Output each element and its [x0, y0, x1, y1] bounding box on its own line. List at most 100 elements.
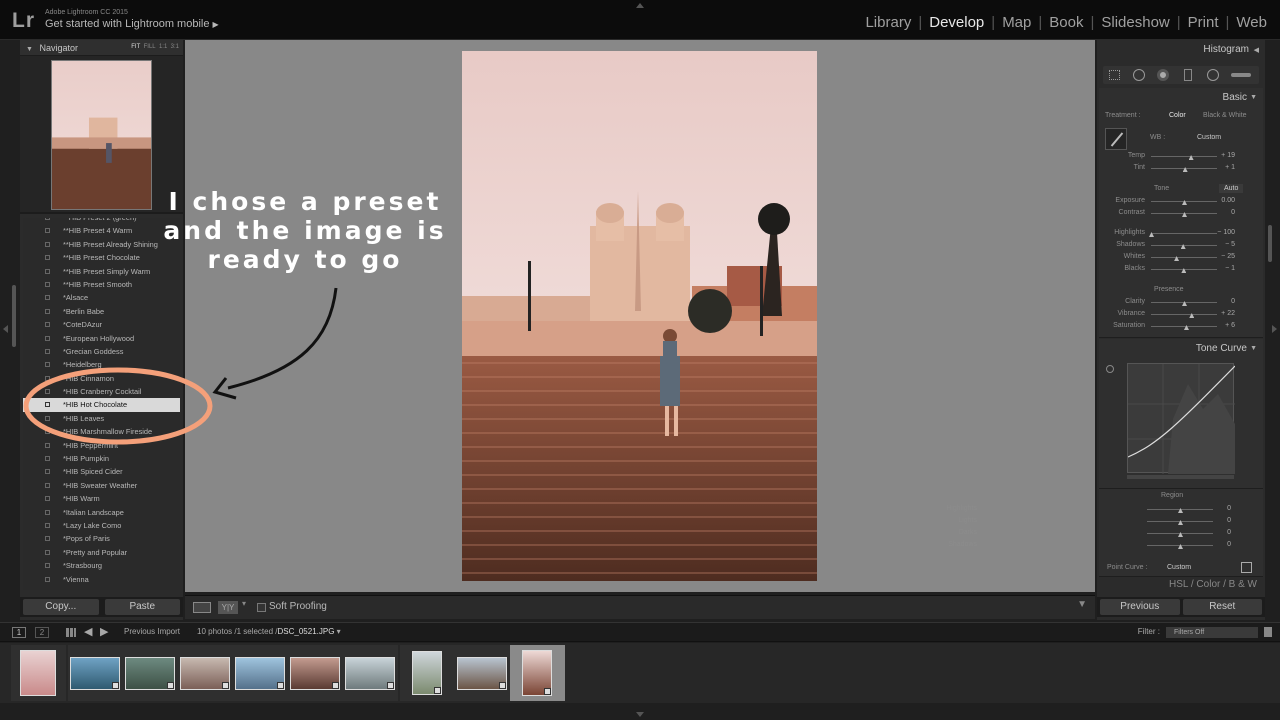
preset-item[interactable]: *HIB Spiced Cider: [23, 465, 180, 478]
curve-split-slider[interactable]: [1127, 475, 1234, 479]
region-darks-value[interactable]: 0: [1203, 529, 1231, 536]
target-adjust-icon[interactable]: [1106, 365, 1114, 373]
shadows-value[interactable]: − 5: [1207, 241, 1235, 248]
zoom-3-1[interactable]: 3:1: [171, 44, 179, 50]
preset-item[interactable]: *Pretty and Popular: [23, 546, 180, 559]
filmstrip-thumbnail[interactable]: [20, 650, 56, 696]
eyedropper-icon[interactable]: [1105, 128, 1127, 150]
filmstrip-cell[interactable]: [287, 645, 343, 701]
blacks-value[interactable]: − 1: [1207, 265, 1235, 272]
filmstrip-cell[interactable]: [232, 645, 288, 701]
grid-icon[interactable]: [66, 628, 76, 637]
preset-item[interactable]: *HIB Cinnamon: [23, 372, 180, 385]
zoom-1-1[interactable]: 1:1: [159, 44, 167, 50]
filmstrip-cell[interactable]: [509, 645, 565, 701]
preset-item[interactable]: *HIB Peppermint: [23, 439, 180, 452]
spot-removal-icon[interactable]: [1133, 69, 1145, 81]
preset-item[interactable]: *HIB Cranberry Cocktail: [23, 385, 180, 398]
highlights-value[interactable]: − 100: [1207, 229, 1235, 236]
navigator-header[interactable]: ▼ Navigator FIT FILL 1:1 3:1: [20, 40, 183, 56]
treatment-color[interactable]: Color: [1169, 112, 1186, 119]
preset-item[interactable]: *Lazy Lake Como: [23, 519, 180, 532]
filmstrip-cell[interactable]: [342, 645, 398, 701]
preset-item[interactable]: *HIB Pumpkin: [23, 452, 180, 465]
copy-button[interactable]: Copy...: [23, 599, 99, 615]
temp-value[interactable]: + 19: [1207, 152, 1235, 159]
preset-item[interactable]: *CoteDAzur: [23, 318, 180, 331]
forward-arrow-icon[interactable]: ▶: [100, 625, 108, 638]
region-highlights-value[interactable]: 0: [1203, 505, 1231, 512]
preset-item[interactable]: **HIB Preset Smooth: [23, 278, 180, 291]
mobile-link[interactable]: Get started with Lightroom mobile ▶: [45, 18, 219, 30]
filmstrip-cell[interactable]: [454, 645, 510, 701]
module-library[interactable]: Library: [858, 14, 918, 31]
collapse-top-icon[interactable]: [636, 3, 644, 8]
filmstrip-cell[interactable]: [67, 645, 123, 701]
view-2-button[interactable]: 2: [35, 627, 49, 638]
contrast-value[interactable]: 0: [1207, 209, 1235, 216]
preset-item[interactable]: *HIB Hot Chocolate: [23, 398, 180, 412]
whites-value[interactable]: − 25: [1207, 253, 1235, 260]
paste-button[interactable]: Paste: [104, 599, 180, 615]
crop-icon[interactable]: [1109, 70, 1120, 80]
edit-point-curve-icon[interactable]: [1241, 562, 1252, 573]
module-slideshow[interactable]: Slideshow: [1094, 14, 1176, 31]
tone-curve-header[interactable]: Tone Curve ▼: [1099, 339, 1263, 357]
histogram-header[interactable]: Histogram ◀: [1097, 40, 1265, 60]
right-scrollbar[interactable]: [1268, 225, 1272, 262]
preset-item[interactable]: *Vienna: [23, 573, 180, 586]
filmstrip-cell[interactable]: [10, 645, 66, 701]
main-photo[interactable]: [462, 51, 817, 581]
zoom-fill[interactable]: FILL: [144, 44, 156, 50]
preset-item[interactable]: *Strasbourg: [23, 559, 180, 572]
saturation-value[interactable]: + 6: [1207, 322, 1235, 329]
preset-item[interactable]: *HIB Warm: [23, 492, 180, 505]
preset-item[interactable]: *Italian Landscape: [23, 506, 180, 519]
collapse-right-icon[interactable]: [1272, 325, 1277, 333]
graduated-filter-icon[interactable]: [1184, 69, 1192, 81]
vibrance-value[interactable]: + 22: [1207, 310, 1235, 317]
source-label[interactable]: Previous Import: [124, 627, 180, 636]
module-develop[interactable]: Develop: [922, 14, 991, 31]
filmstrip-cell[interactable]: [177, 645, 233, 701]
point-curve-dropdown[interactable]: Custom: [1167, 564, 1191, 571]
lock-icon[interactable]: [1264, 627, 1272, 637]
soft-proofing-checkbox[interactable]: [257, 603, 266, 612]
clarity-value[interactable]: 0: [1207, 298, 1235, 305]
tint-value[interactable]: + 1: [1207, 164, 1235, 171]
wb-dropdown[interactable]: Custom: [1197, 134, 1221, 141]
red-eye-icon[interactable]: [1157, 69, 1169, 81]
loupe-view-icon[interactable]: [193, 602, 211, 613]
preset-item[interactable]: *HIB Marshmallow Fireside: [23, 425, 180, 438]
radial-filter-icon[interactable]: [1207, 69, 1219, 81]
navigator-image[interactable]: [51, 60, 152, 210]
preset-item[interactable]: *HIB Leaves: [23, 412, 180, 425]
reset-button[interactable]: Reset: [1182, 599, 1262, 615]
region-shadows-value[interactable]: 0: [1203, 541, 1231, 548]
module-web[interactable]: Web: [1229, 14, 1274, 31]
tone-curve-graph[interactable]: [1127, 363, 1236, 474]
filmstrip-cell[interactable]: [399, 645, 455, 701]
preset-item[interactable]: *Berlin Babe: [23, 305, 180, 318]
before-after-button[interactable]: Y|Y: [218, 601, 238, 614]
photo-count[interactable]: 10 photos /1 selected /DSC_0521.JPG ▾: [197, 627, 341, 636]
zoom-fit[interactable]: FIT: [131, 44, 140, 50]
basic-header[interactable]: Basic ▼: [1099, 88, 1263, 106]
chevron-down-icon[interactable]: ▾: [242, 599, 246, 608]
preset-item[interactable]: *Pops of Paris: [23, 532, 180, 545]
back-arrow-icon[interactable]: ◀: [84, 625, 92, 638]
left-scrollbar[interactable]: [12, 285, 16, 347]
region-lights-value[interactable]: 0: [1203, 517, 1231, 524]
filmstrip-cell[interactable]: [122, 645, 178, 701]
exposure-value[interactable]: 0.00: [1207, 197, 1235, 204]
preset-item[interactable]: *Alsace: [23, 291, 180, 304]
collapse-bottom-icon[interactable]: [636, 712, 644, 717]
auto-button[interactable]: Auto: [1219, 184, 1244, 193]
previous-button[interactable]: Previous: [1100, 599, 1180, 615]
treatment-bw[interactable]: Black & White: [1203, 112, 1247, 119]
view-1-button[interactable]: 1: [12, 627, 26, 638]
hsl-tabs[interactable]: HSL / Color / B & W: [1169, 579, 1257, 590]
module-print[interactable]: Print: [1181, 14, 1226, 31]
adjustment-brush-icon[interactable]: [1231, 73, 1251, 77]
preset-item[interactable]: *HIB Sweater Weather: [23, 479, 180, 492]
